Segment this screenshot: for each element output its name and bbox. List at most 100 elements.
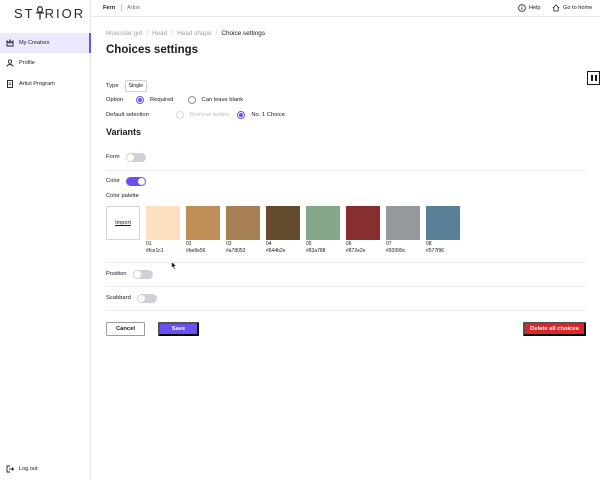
page-title: Choices settings: [106, 44, 199, 56]
swatch-hex: #577f96: [426, 248, 445, 254]
radio-label: Required: [150, 97, 174, 103]
divider: [106, 262, 586, 263]
swatch-number: 01: [146, 241, 152, 247]
logout-label: Log out: [19, 466, 38, 472]
swatch-hex: #644b2e: [266, 248, 286, 254]
pause-button[interactable]: [587, 71, 600, 85]
radio-dot: [237, 111, 246, 119]
color-label: Color: [106, 178, 120, 184]
help-link[interactable]: Help: [518, 4, 541, 12]
type-select[interactable]: Single: [124, 80, 147, 92]
save-button[interactable]: Save: [158, 322, 199, 336]
document-icon: [6, 80, 14, 88]
default-selection-row: Default selection Remove button No. 1 Ch…: [106, 110, 285, 120]
form-toggle[interactable]: [125, 152, 146, 162]
user-separator: [121, 4, 122, 12]
type-row: Type Single: [106, 80, 147, 92]
swatch-number: 08: [426, 241, 432, 247]
app-logo[interactable]: ST RIOR: [14, 6, 86, 21]
home-icon: [552, 4, 560, 12]
import-button[interactable]: Import: [106, 206, 140, 240]
top-bar: Fern Artist Help Go to home: [91, 0, 600, 17]
default-selection-label: Default selection: [106, 112, 149, 118]
color-palette-label: Color palette: [106, 193, 139, 199]
option-required-radio[interactable]: Required: [136, 96, 174, 104]
user-role: Artist: [127, 5, 140, 11]
breadcrumb: Muscular girl / Head / Head shape / Choice set…: [106, 30, 265, 37]
swatch-hex: #83a788: [306, 248, 326, 254]
color-swatch-05[interactable]: [306, 206, 340, 240]
sidebar-item-artist-program[interactable]: Artist Program: [0, 74, 91, 94]
color-swatch-02[interactable]: [186, 206, 220, 240]
help-icon: [518, 4, 526, 12]
breadcrumb-item[interactable]: Muscular girl: [106, 30, 142, 37]
radio-dot: [176, 111, 184, 119]
logout-link[interactable]: Log out: [6, 465, 38, 473]
divider: [106, 286, 586, 287]
radio-label: Can leave blank: [201, 97, 244, 103]
ankh-logo-icon: [35, 6, 44, 20]
breadcrumb-item[interactable]: Head shape: [177, 30, 211, 37]
color-swatch-04[interactable]: [266, 206, 300, 240]
position-label: Position: [106, 271, 127, 277]
color-swatch-06[interactable]: [346, 206, 380, 240]
breadcrumb-current: Choice settings: [221, 30, 266, 37]
position-toggle[interactable]: [132, 269, 153, 279]
sidebar-item-label: Artist Program: [19, 81, 55, 87]
color-swatch-08[interactable]: [426, 206, 460, 240]
color-row: Color: [106, 176, 146, 186]
pause-icon: [590, 75, 593, 81]
sidebar-item-label: My Creators: [19, 40, 50, 46]
divider: [106, 310, 586, 311]
scabbard-toggle[interactable]: [136, 293, 157, 303]
option-can-leave-blank-radio[interactable]: Can leave blank: [187, 96, 244, 104]
go-to-home-link[interactable]: Go to home: [552, 4, 592, 12]
swatch-hex: #a78053: [226, 248, 246, 254]
default-remove-button-radio[interactable]: Remove button: [176, 111, 229, 119]
breadcrumb-separator: /: [171, 30, 174, 37]
swatch-number: 03: [226, 241, 232, 247]
divider: [106, 170, 586, 171]
person-icon: [6, 59, 14, 67]
sidebar: ST RIOR My Creators Profile Artist Progra…: [0, 0, 91, 480]
home-label: Go to home: [563, 5, 593, 11]
swatch-hex: #872e2e: [346, 248, 366, 254]
user-name[interactable]: Fern: [103, 5, 115, 11]
scabbard-label: Scabbard: [106, 295, 131, 301]
delete-all-choices-button[interactable]: Delete all choices: [523, 322, 586, 336]
type-label: Type: [106, 83, 119, 89]
logo-text-left: ST: [14, 6, 35, 21]
breadcrumb-item[interactable]: Head: [152, 30, 167, 37]
pause-icon: [594, 75, 597, 81]
color-toggle[interactable]: [125, 176, 146, 186]
breadcrumb-separator: /: [215, 30, 218, 37]
cancel-button[interactable]: Cancel: [106, 322, 145, 336]
form-label: Form: [106, 154, 120, 160]
color-swatch-03[interactable]: [226, 206, 260, 240]
sidebar-item-my-creators[interactable]: My Creators: [0, 33, 91, 53]
radio-dot: [136, 96, 144, 104]
sidebar-item-profile[interactable]: Profile: [0, 53, 91, 73]
radio-label: No. 1 Choice: [251, 112, 285, 118]
logout-icon: [6, 465, 14, 473]
variants-title: Variants: [106, 127, 142, 137]
breadcrumb-separator: /: [146, 30, 149, 37]
option-row: Option Required Can leave blank: [106, 95, 243, 105]
swatch-number: 07: [386, 241, 392, 247]
form-row: Form: [106, 152, 146, 162]
sidebar-item-label: Profile: [19, 60, 35, 66]
help-label: Help: [529, 5, 541, 11]
swatch-hex: #fce1c1: [146, 248, 164, 254]
swatch-number: 05: [306, 241, 312, 247]
swatch-hex: #93999c: [386, 248, 406, 254]
option-label: Option: [106, 97, 124, 103]
swatch-number: 02: [186, 241, 192, 247]
logo-text-right: RIOR: [44, 6, 86, 21]
color-swatch-01[interactable]: [146, 206, 180, 240]
default-no1-choice-radio[interactable]: No. 1 Choice: [237, 111, 285, 119]
creators-icon: [6, 39, 14, 47]
swatch-hex: #be8e56: [186, 248, 206, 254]
position-row: Position: [106, 269, 153, 279]
radio-dot: [187, 96, 196, 104]
color-swatch-07[interactable]: [386, 206, 420, 240]
